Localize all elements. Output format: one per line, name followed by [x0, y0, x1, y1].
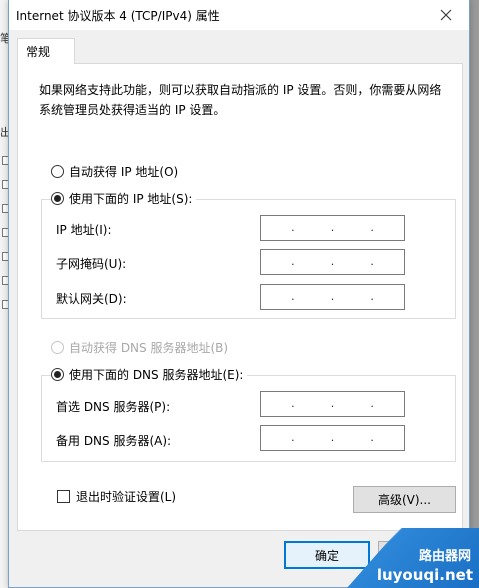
- auto-ip-radio-circle[interactable]: [51, 165, 64, 178]
- title-bar[interactable]: Internet 协议版本 4 (TCP/IPv4) 属性: [9, 0, 469, 30]
- validate-checkbox-box[interactable]: [57, 490, 70, 503]
- subnet-mask-label: 子网掩码(U):: [56, 257, 127, 271]
- manual-ip-radio-circle[interactable]: [51, 192, 64, 205]
- validate-on-exit-checkbox[interactable]: 退出时验证设置(L): [57, 488, 176, 505]
- validate-checkbox-label: 退出时验证设置(L): [76, 490, 177, 504]
- watermark-url: luyouqi.net: [376, 566, 473, 584]
- ip-address-label: IP 地址(I):: [56, 223, 112, 237]
- watermark-text: 路由器网: [418, 549, 471, 564]
- close-button[interactable]: [423, 0, 469, 30]
- auto-ip-label: 自动获得 IP 地址(O): [69, 165, 179, 179]
- properties-dialog: Internet 协议版本 4 (TCP/IPv4) 属性 常规 如果网络支持此…: [8, 0, 470, 588]
- close-icon: [440, 9, 452, 21]
- manual-ip-radio[interactable]: 使用下面的 IP 地址(S):: [51, 190, 197, 207]
- preferred-dns-input[interactable]: ...: [260, 391, 405, 417]
- ok-button[interactable]: 确定: [284, 541, 370, 569]
- window-title: Internet 协议版本 4 (TCP/IPv4) 属性: [16, 8, 220, 23]
- auto-dns-radio-circle[interactable]: [51, 341, 64, 354]
- tab-general[interactable]: 常规: [17, 38, 75, 64]
- auto-dns-label: 自动获得 DNS 服务器地址(B): [69, 341, 229, 355]
- manual-dns-radio[interactable]: 使用下面的 DNS 服务器地址(E):: [51, 366, 248, 383]
- subnet-mask-input[interactable]: ...: [260, 249, 405, 275]
- auto-dns-radio[interactable]: 自动获得 DNS 服务器地址(B): [51, 339, 228, 356]
- default-gateway-label: 默认网关(D):: [56, 292, 127, 306]
- manual-ip-label: 使用下面的 IP 地址(S):: [69, 192, 193, 206]
- alternate-dns-input[interactable]: ...: [260, 425, 405, 451]
- manual-dns-label: 使用下面的 DNS 服务器地址(E):: [69, 368, 244, 382]
- description-text: 如果网络支持此功能，则可以获取自动指派的 IP 设置。否则，你需要从网络系统管理…: [39, 83, 442, 117]
- alternate-dns-label: 备用 DNS 服务器(A):: [56, 434, 172, 448]
- default-gateway-input[interactable]: ...: [260, 284, 405, 310]
- advanced-button[interactable]: 高级(V)...: [353, 486, 456, 513]
- auto-ip-radio[interactable]: 自动获得 IP 地址(O): [51, 163, 178, 180]
- manual-dns-radio-circle[interactable]: [51, 368, 64, 381]
- general-panel: 如果网络支持此功能，则可以获取自动指派的 IP 设置。否则，你需要从网络系统管理…: [17, 63, 463, 531]
- tab-general-label: 常规: [26, 45, 51, 59]
- ip-address-input[interactable]: ...: [260, 215, 405, 241]
- preferred-dns-label: 首选 DNS 服务器(P):: [56, 400, 171, 414]
